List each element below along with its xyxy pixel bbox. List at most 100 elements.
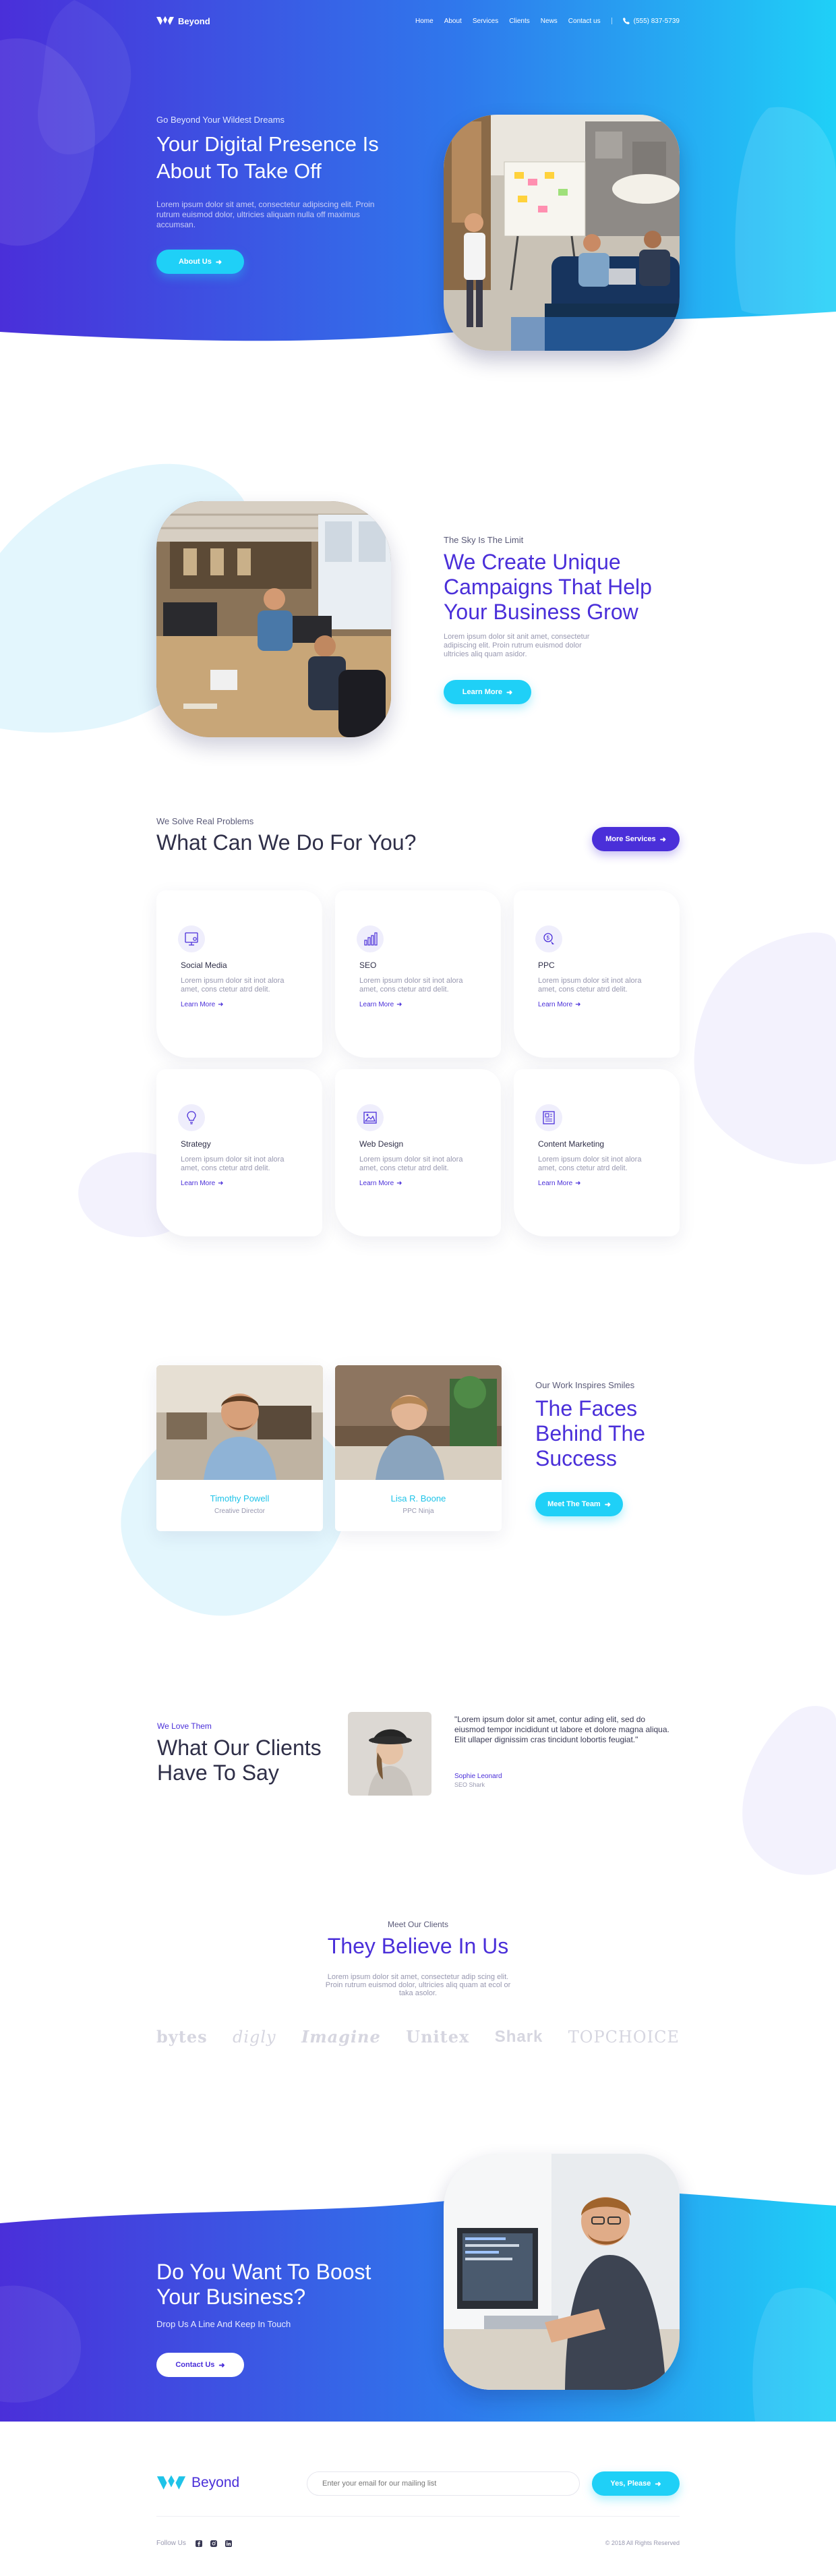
more-services-label: More Services (605, 835, 656, 843)
service-text: Lorem ipsum dolor sit inot alora amet, c… (359, 1155, 463, 1172)
nav-divider (611, 18, 612, 24)
about-title: We Create Unique Campaigns That Help You… (444, 550, 652, 624)
about-eyebrow: The Sky Is The Limit (444, 535, 524, 545)
clients-description: Lorem ipsum dolor sit amet, consectetur … (325, 1973, 511, 1997)
service-card-web-design[interactable]: Web Design Lorem ipsum dolor sit inot al… (335, 1069, 501, 1236)
lightbulb-icon (178, 1104, 205, 1131)
service-text: Lorem ipsum dolor sit inot alora amet, c… (359, 977, 463, 994)
arrow-right-icon: ➜ (659, 835, 666, 844)
developer-desk-illustration (444, 2154, 680, 2390)
learn-more-label: Learn More (462, 688, 503, 696)
image-frame-icon (357, 1104, 384, 1131)
arrow-right-icon: ➜ (575, 1180, 581, 1187)
document-icon (535, 1104, 562, 1131)
service-card-content-marketing[interactable]: Content Marketing Lorem ipsum dolor sit … (514, 1069, 680, 1236)
service-text: Lorem ipsum dolor sit inot alora amet, c… (538, 977, 642, 994)
newsletter-email-input[interactable] (307, 2471, 580, 2496)
about-us-button[interactable]: About Us ➜ (156, 250, 244, 274)
service-title: Content Marketing (538, 1139, 605, 1149)
member-portrait-illustration (156, 1365, 323, 1480)
service-learn-more-link[interactable]: Learn More ➜ (181, 1001, 322, 1008)
learn-more-text: Learn More (359, 1001, 394, 1008)
team-title: The Faces Behind The Success (535, 1396, 646, 1470)
service-title: SEO (359, 961, 377, 970)
member-role: PPC Ninja (402, 1508, 434, 1515)
brand-logo[interactable]: Beyond (156, 16, 210, 26)
phone-number: (555) 837-5739 (633, 17, 680, 25)
client-logo-digly[interactable]: digly (233, 2028, 276, 2047)
service-learn-more-link[interactable]: Learn More ➜ (538, 1180, 680, 1187)
learn-more-text: Learn More (538, 1001, 573, 1008)
client-logo-shark[interactable]: Shark (495, 2028, 543, 2047)
client-portrait-illustration (348, 1712, 431, 1796)
meet-the-team-label: Meet The Team (547, 1500, 601, 1508)
learn-more-text: Learn More (181, 1001, 216, 1008)
hero-meeting-photo (444, 115, 680, 351)
service-card-ppc[interactable]: $ PPC Lorem ipsum dolor sit inot alora a… (514, 890, 680, 1058)
client-logo-unitex[interactable]: Unitex (406, 2027, 469, 2047)
arrow-right-icon: ➜ (396, 1001, 402, 1008)
service-learn-more-link[interactable]: Learn More ➜ (538, 1001, 680, 1008)
team-meeting-illustration (444, 115, 680, 351)
testimonial-blob (742, 1706, 836, 1875)
services-right-blob (694, 932, 836, 1165)
service-card-social-media[interactable]: Social Media Lorem ipsum dolor sit inot … (156, 890, 322, 1058)
footer-divider (156, 2516, 680, 2517)
testimonial-eyebrow: We Love Them (157, 1721, 212, 1731)
services-title: What Can We Do For You? (156, 830, 417, 855)
svg-text:$: $ (547, 935, 550, 941)
client-logo-imagine[interactable]: Imagine (301, 2027, 381, 2047)
nav-contact[interactable]: Contact us (568, 18, 601, 25)
nav-home[interactable]: Home (415, 18, 434, 25)
team-member-card[interactable]: Timothy Powell Creative Director (156, 1365, 323, 1531)
service-learn-more-link[interactable]: Learn More ➜ (359, 1180, 501, 1187)
client-logo-bytes[interactable]: bytes (156, 2027, 208, 2047)
clients-title: They Believe In Us (327, 1934, 509, 1958)
service-text: Lorem ipsum dolor sit inot alora amet, c… (538, 1155, 642, 1172)
cta-workspace-photo (444, 2154, 680, 2390)
meet-the-team-button[interactable]: Meet The Team ➜ (535, 1492, 623, 1516)
landing-page: Beyond Home About Services Clients News … (0, 0, 836, 2576)
hero-title: Your Digital Presence Is About To Take O… (156, 132, 379, 183)
arrow-right-icon: ➜ (396, 1180, 402, 1187)
footer-logo[interactable]: Beyond (156, 2474, 239, 2492)
about-us-label: About Us (178, 258, 212, 266)
arrow-right-icon: ➜ (506, 688, 513, 697)
service-text: Lorem ipsum dolor sit inot alora amet, c… (181, 977, 285, 994)
nav-clients[interactable]: Clients (509, 18, 530, 25)
clients-eyebrow: Meet Our Clients (387, 1920, 449, 1929)
service-title: Social Media (181, 961, 227, 970)
contact-us-button[interactable]: Contact Us ➜ (156, 2353, 244, 2377)
hero-description: Lorem ipsum dolor sit amet, consectetur … (156, 200, 375, 229)
footer-brand-name: Beyond (191, 2475, 240, 2490)
subscribe-button[interactable]: Yes, Please ➜ (592, 2471, 680, 2496)
more-services-button[interactable]: More Services ➜ (592, 827, 680, 851)
service-learn-more-link[interactable]: Learn More ➜ (181, 1180, 322, 1187)
service-learn-more-link[interactable]: Learn More ➜ (359, 1001, 501, 1008)
seo-chart-icon (357, 925, 384, 952)
facebook-icon[interactable] (195, 2540, 202, 2547)
service-card-strategy[interactable]: Strategy Lorem ipsum dolor sit inot alor… (156, 1069, 322, 1236)
client-logo-topchoice[interactable]: TOPCHOICE (568, 2028, 680, 2047)
arrow-right-icon: ➜ (218, 1180, 224, 1187)
nav-phone[interactable]: (555) 837-5739 (622, 17, 680, 25)
learn-more-button[interactable]: Learn More ➜ (444, 680, 531, 704)
about-description: Lorem ipsum dolor sit anit amet, consect… (444, 633, 590, 658)
subscribe-label: Yes, Please (610, 2480, 651, 2488)
nav-news[interactable]: News (541, 18, 558, 25)
arrow-right-icon: ➜ (218, 1001, 224, 1008)
nav-services[interactable]: Services (473, 18, 498, 25)
learn-more-text: Learn More (181, 1180, 216, 1187)
nav-about[interactable]: About (444, 18, 462, 25)
service-card-seo[interactable]: SEO Lorem ipsum dolor sit inot alora ame… (335, 890, 501, 1058)
instagram-icon[interactable] (210, 2540, 217, 2547)
arrow-right-icon: ➜ (655, 2480, 661, 2488)
member-role: Creative Director (214, 1508, 266, 1515)
team-eyebrow: Our Work Inspires Smiles (535, 1380, 635, 1390)
team-member-card[interactable]: Lisa R. Boone PPC Ninja (335, 1365, 502, 1531)
nav-links: Home About Services Clients News Contact… (415, 18, 680, 25)
linkedin-icon[interactable] (225, 2540, 232, 2547)
social-media-icon (178, 925, 205, 952)
member-photo (335, 1365, 502, 1480)
arrow-right-icon: ➜ (604, 1500, 611, 1509)
